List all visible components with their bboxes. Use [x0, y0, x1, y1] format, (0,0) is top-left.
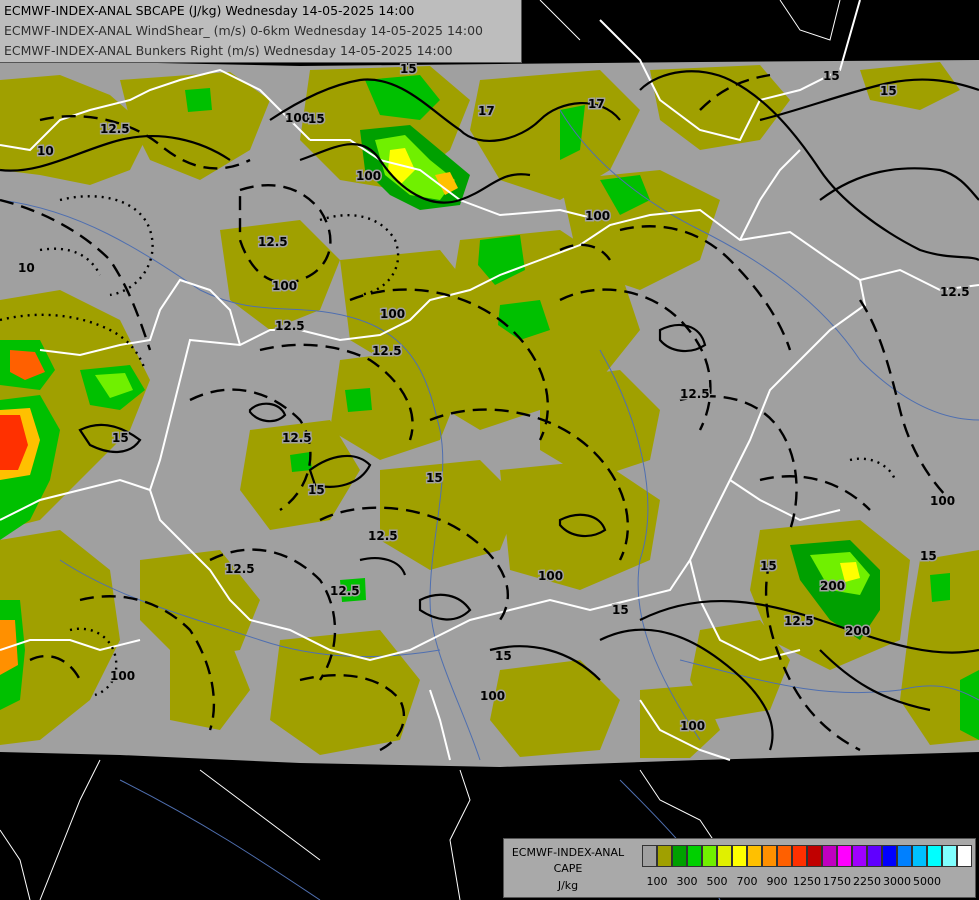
contour-label: 15 [308, 112, 325, 126]
legend-swatch [822, 845, 837, 867]
legend-swatch [807, 845, 822, 867]
contour-label: 15 [920, 549, 937, 563]
contour-label: 15 [612, 603, 629, 617]
contour-label: 15 [426, 471, 443, 485]
contour-label: 15 [308, 483, 325, 497]
legend-swatch [927, 845, 942, 867]
legend-title-variable: CAPE [553, 862, 583, 875]
contour-label: 100 [585, 209, 610, 223]
legend-title-model: ECMWF-INDEX-ANAL [511, 846, 625, 859]
legend-swatch [642, 845, 657, 867]
contour-label: 12.5 [680, 387, 710, 401]
map-title-box: ECMWF-INDEX-ANAL SBCAPE (J/kg) Wednesday… [0, 0, 522, 63]
legend-swatch [882, 845, 897, 867]
legend-tick-label: 300 [676, 875, 698, 888]
map-title-windshear: ECMWF-INDEX-ANAL WindShear_ (m/s) 0-6km … [4, 23, 483, 38]
contour-label: 12.5 [275, 319, 305, 333]
contour-label: 10 [37, 144, 54, 158]
contour-label: 15 [495, 649, 512, 663]
contour-label: 15 [823, 69, 840, 83]
contour-label: 200 [820, 579, 845, 593]
legend-tick-label: 3000 [883, 875, 911, 888]
map-title-sbcape: ECMWF-INDEX-ANAL SBCAPE (J/kg) Wednesday… [4, 3, 415, 18]
legend-swatch [687, 845, 702, 867]
legend-title-unit: J/kg [557, 879, 579, 892]
legend-swatch [897, 845, 912, 867]
contour-label: 12.5 [225, 562, 255, 576]
cape-legend: ECMWF-INDEX-ANAL CAPE J/kg 100 300 500 700 9… [503, 838, 976, 898]
legend-swatch [837, 845, 852, 867]
legend-swatch [732, 845, 747, 867]
contour-label: 12.5 [372, 344, 402, 358]
legend-swatch [852, 845, 867, 867]
legend-swatch [792, 845, 807, 867]
legend-tick-label: 900 [766, 875, 788, 888]
contour-label: 100 [380, 307, 405, 321]
contour-label: 15 [880, 84, 897, 98]
legend-swatch [942, 845, 957, 867]
legend-tick-label: 1250 [793, 875, 821, 888]
contour-label: 12.5 [282, 431, 312, 445]
legend-swatch [762, 845, 777, 867]
weather-map: 15 17 12.5 10 100 15 12.5 15 12.5 100 12… [0, 0, 979, 900]
contour-label: 15 [112, 431, 129, 445]
contour-label: 12.5 [258, 235, 288, 249]
contour-label: 15 [760, 559, 777, 573]
contour-label: 100 [272, 279, 297, 293]
contour-label: 200 [845, 624, 870, 638]
legend-tick-label: 700 [736, 875, 758, 888]
legend-swatch [777, 845, 792, 867]
contour-label: 100 [930, 494, 955, 508]
contour-label: 12.5 [330, 584, 360, 598]
legend-swatch [672, 845, 687, 867]
contour-label: 100 [110, 669, 135, 683]
legend-tick-label: 500 [706, 875, 728, 888]
legend-swatch [717, 845, 732, 867]
contour-label: 12.5 [368, 529, 398, 543]
contour-label: 12.5 [784, 614, 814, 628]
legend-tick-label: 2250 [853, 875, 881, 888]
contour-label: 17 [478, 104, 495, 118]
legend-swatch [702, 845, 717, 867]
legend-tick-label: 100 [646, 875, 668, 888]
contour-label: 100 [680, 719, 705, 733]
legend-swatch [912, 845, 927, 867]
contour-label: 100 [538, 569, 563, 583]
legend-tick-label: 5000 [913, 875, 941, 888]
contour-label: 12.5 [940, 285, 970, 299]
legend-swatch [657, 845, 672, 867]
contour-label: 12.5 [100, 122, 130, 136]
map-title-bunkers: ECMWF-INDEX-ANAL Bunkers Right (m/s) Wed… [4, 43, 453, 58]
legend-swatch [747, 845, 762, 867]
legend-swatch [957, 845, 972, 867]
legend-tick-label: 1750 [823, 875, 851, 888]
contour-label: 100 [285, 111, 310, 125]
contour-label: 100 [480, 689, 505, 703]
legend-swatch [867, 845, 882, 867]
contour-label: 17 [588, 97, 605, 111]
contour-label: 100 [356, 169, 381, 183]
contour-label: 10 [18, 261, 35, 275]
contour-label: 15 [400, 62, 417, 76]
